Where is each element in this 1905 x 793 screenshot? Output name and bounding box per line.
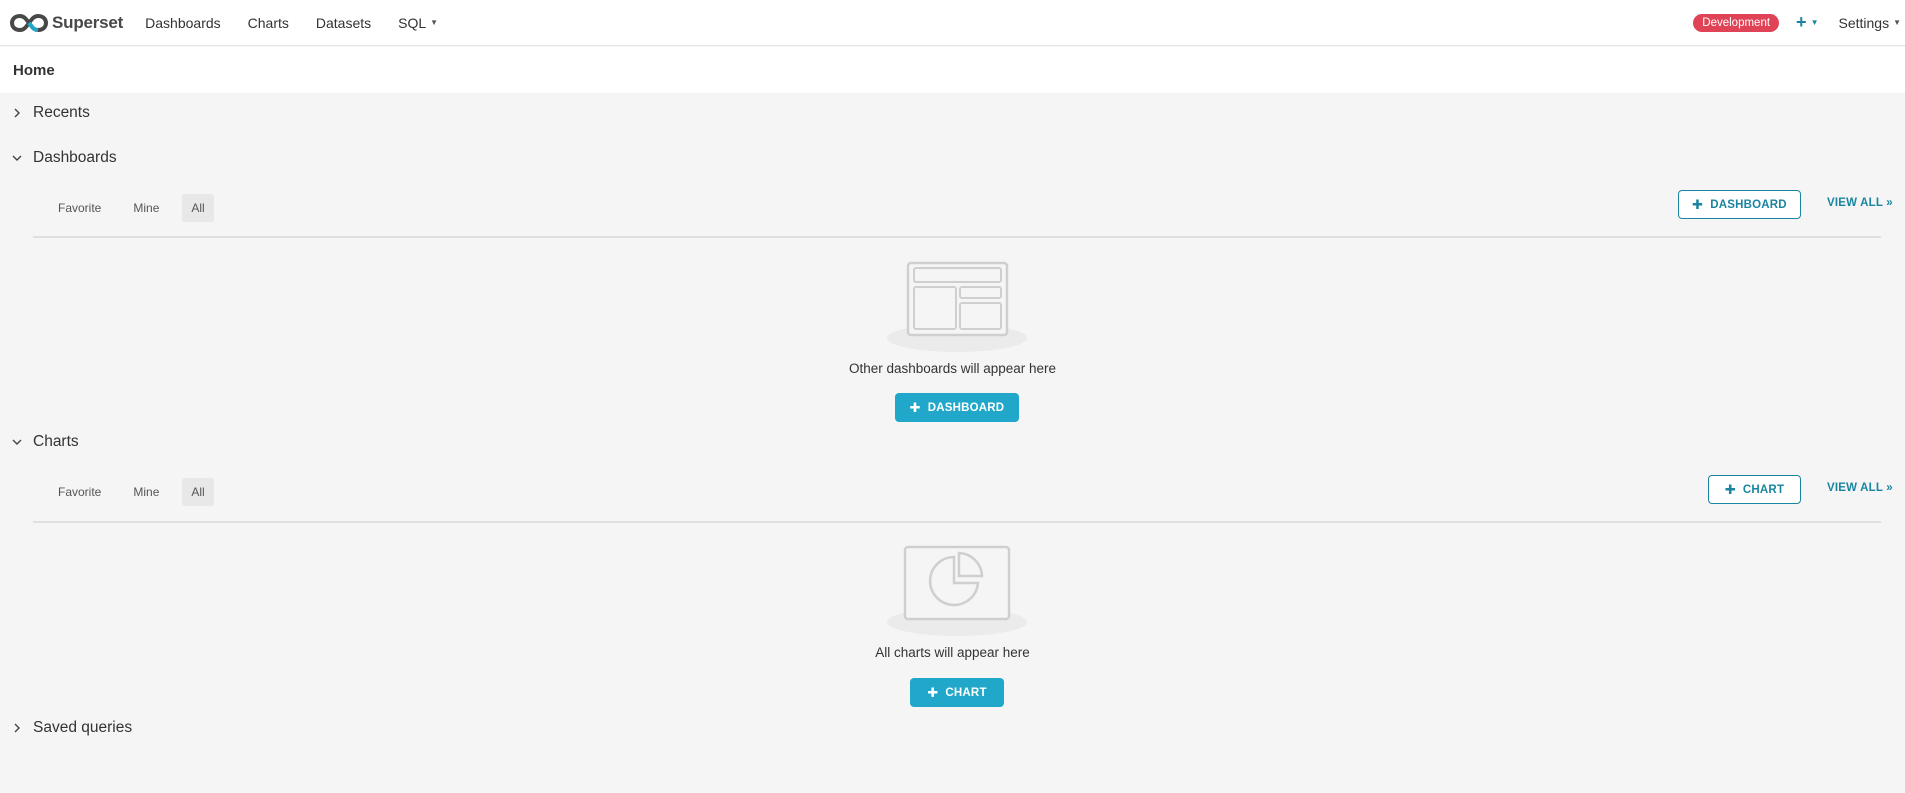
empty-dashboard-icon (887, 261, 1027, 352)
saved-queries-section-header[interactable]: Saved queries (10, 719, 132, 737)
page-title: Home (13, 61, 55, 79)
add-chart-label: CHART (1742, 483, 1785, 496)
environment-badge: Development (1693, 13, 1780, 32)
chevron-right-icon (14, 723, 20, 733)
caret-down-icon: ▼ (430, 18, 439, 27)
add-dashboard-button[interactable]: ✚ DASHBOARD (1678, 190, 1801, 219)
plus-icon: + (1796, 12, 1807, 32)
tab-charts-all[interactable]: All (182, 478, 214, 506)
empty-chart-icon (887, 545, 1027, 636)
recents-title: Recents (33, 104, 90, 121)
charts-empty-text: All charts will appear here (875, 645, 1030, 660)
add-chart-button[interactable]: ✚ CHART (1708, 475, 1801, 504)
tab-charts-favorite[interactable]: Favorite (49, 478, 110, 506)
dashboards-section-header[interactable]: Dashboards (10, 149, 117, 167)
tab-dashboards-all[interactable]: All (182, 194, 214, 222)
dashboards-tabs: Favorite Mine All (49, 194, 228, 222)
settings-menu[interactable]: Settings ▼ (1838, 15, 1901, 31)
nav-sql[interactable]: SQL ▼ (388, 0, 448, 46)
nav-sql-label: SQL (398, 14, 427, 31)
charts-view-all-link[interactable]: VIEW ALL » (1827, 482, 1893, 494)
create-dashboard-button[interactable]: ✚ DASHBOARD (895, 393, 1019, 422)
chevron-down-icon (12, 439, 22, 445)
brand-link[interactable]: Superset (10, 0, 123, 46)
brand-name: Superset (52, 12, 124, 32)
caret-down-icon: ▼ (1893, 18, 1901, 27)
top-navbar: Superset Dashboards Charts Datasets SQL … (0, 0, 1905, 46)
new-item-menu[interactable]: + ▼ (1796, 12, 1818, 33)
plus-icon: ✚ (1692, 196, 1704, 212)
charts-divider (33, 521, 1881, 523)
plus-icon: ✚ (927, 684, 939, 700)
dashboards-empty-text: Other dashboards will appear here (848, 361, 1057, 376)
chevron-down-icon (12, 155, 22, 161)
tab-dashboards-favorite[interactable]: Favorite (49, 194, 110, 222)
tab-charts-mine[interactable]: Mine (124, 478, 168, 506)
charts-title: Charts (33, 433, 79, 450)
nav-datasets[interactable]: Datasets (306, 0, 381, 46)
create-chart-button[interactable]: ✚ CHART (910, 678, 1004, 707)
create-dashboard-label: DASHBOARD (927, 401, 1005, 414)
charts-section-header[interactable]: Charts (10, 433, 79, 451)
chevron-right-icon (14, 108, 20, 118)
main-nav: Dashboards Charts Datasets SQL ▼ (135, 0, 455, 46)
recents-section-header[interactable]: Recents (10, 104, 90, 122)
charts-tabs: Favorite Mine All (49, 478, 228, 506)
saved-queries-title: Saved queries (33, 719, 133, 736)
add-dashboard-label: DASHBOARD (1710, 198, 1787, 211)
plus-icon: ✚ (909, 399, 921, 415)
dashboards-title: Dashboards (33, 149, 117, 166)
create-chart-label: CHART (945, 686, 987, 699)
tab-dashboards-mine[interactable]: Mine (124, 194, 168, 222)
page-header: Home (0, 47, 1905, 93)
nav-charts[interactable]: Charts (238, 0, 299, 46)
caret-down-icon: ▼ (1810, 18, 1819, 27)
superset-logo-icon (10, 13, 48, 32)
nav-dashboards[interactable]: Dashboards (135, 0, 231, 46)
dashboards-divider (33, 236, 1881, 238)
plus-icon: ✚ (1724, 481, 1736, 497)
dashboards-view-all-link[interactable]: VIEW ALL » (1827, 197, 1893, 209)
settings-label: Settings (1838, 14, 1890, 31)
nav-right: Development + ▼ Settings ▼ (1693, 12, 1901, 33)
